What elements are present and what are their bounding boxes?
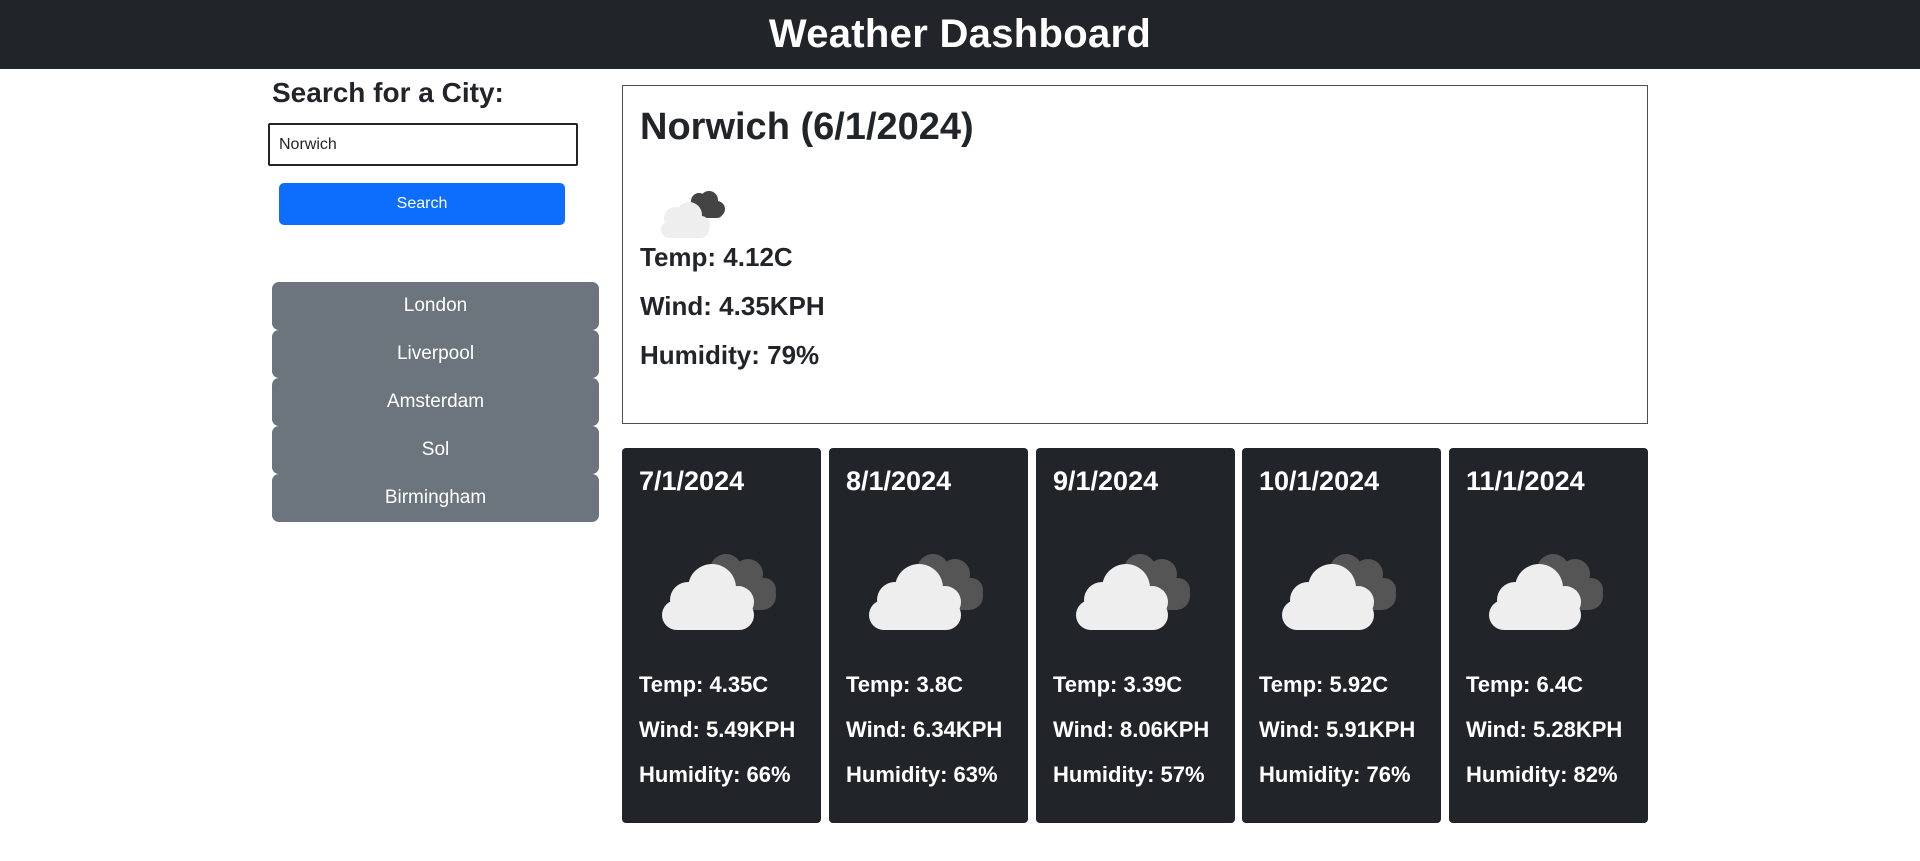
cloudy-icon [1282, 554, 1396, 630]
forecast-card: 9/1/2024 Temp: 3.39C Wind: 8.06KPH Humid… [1036, 448, 1235, 823]
search-heading: Search for a City: [272, 77, 504, 108]
forecast-wind: Wind: 5.91KPH [1259, 717, 1416, 742]
current-wind: Wind: 4.35KPH [640, 291, 825, 321]
forecast-temp: Temp: 4.35C [639, 672, 769, 697]
history-item-birmingham[interactable]: Birmingham [272, 474, 599, 522]
forecast-date: 8/1/2024 [846, 466, 952, 496]
forecast-card: 7/1/2024 Temp: 4.35C Wind: 5.49KPH Humid… [622, 448, 821, 823]
forecast-humidity: Humidity: 66% [639, 762, 791, 787]
cloudy-icon [662, 554, 776, 630]
forecast-wind: Wind: 6.34KPH [846, 717, 1003, 742]
history-item-sol[interactable]: Sol [272, 426, 599, 474]
current-temp: Temp: 4.12C [640, 242, 793, 272]
search-button[interactable]: Search [279, 183, 565, 225]
forecast-date: 7/1/2024 [639, 466, 745, 496]
forecast-humidity: Humidity: 57% [1053, 762, 1205, 787]
history-item-amsterdam[interactable]: Amsterdam [272, 378, 599, 426]
forecast-temp: Temp: 3.8C [846, 672, 963, 697]
cloudy-icon [869, 554, 983, 630]
app-header: Weather Dashboard [0, 0, 1920, 69]
forecast-temp: Temp: 3.39C [1053, 672, 1183, 697]
current-weather-panel: Norwich (6/1/2024) Temp: 4.12C Wind: 4.3… [622, 85, 1648, 424]
forecast-temp: Temp: 5.92C [1259, 672, 1389, 697]
cloudy-icon [1076, 554, 1190, 630]
forecast-card: 10/1/2024 Temp: 5.92C Wind: 5.91KPH Humi… [1242, 448, 1441, 823]
forecast-card: 11/1/2024 Temp: 6.4C Wind: 5.28KPH Humid… [1449, 448, 1648, 823]
cloudy-icon [1489, 554, 1603, 630]
current-humidity: Humidity: 79% [640, 340, 820, 370]
forecast-date: 10/1/2024 [1259, 466, 1380, 496]
page-title: Weather Dashboard [768, 12, 1152, 56]
history-item-london[interactable]: London [272, 282, 599, 330]
forecast-wind: Wind: 5.49KPH [639, 717, 796, 742]
city-search-input[interactable] [268, 123, 578, 166]
forecast-humidity: Humidity: 82% [1466, 762, 1618, 787]
current-city-title: Norwich (6/1/2024) [640, 106, 974, 148]
search-history: London Liverpool Amsterdam Sol Birmingha… [272, 282, 599, 522]
forecast-wind: Wind: 5.28KPH [1466, 717, 1623, 742]
partly-cloudy-icon [661, 191, 725, 238]
forecast-date: 11/1/2024 [1466, 466, 1585, 496]
forecast-wind: Wind: 8.06KPH [1053, 717, 1210, 742]
five-day-forecast: 7/1/2024 Temp: 4.35C Wind: 5.49KPH Humid… [622, 448, 1648, 823]
forecast-temp: Temp: 6.4C [1466, 672, 1583, 697]
forecast-card: 8/1/2024 Temp: 3.8C Wind: 6.34KPH Humidi… [829, 448, 1028, 823]
forecast-humidity: Humidity: 76% [1259, 762, 1411, 787]
history-item-liverpool[interactable]: Liverpool [272, 330, 599, 378]
forecast-date: 9/1/2024 [1053, 466, 1159, 496]
forecast-humidity: Humidity: 63% [846, 762, 998, 787]
